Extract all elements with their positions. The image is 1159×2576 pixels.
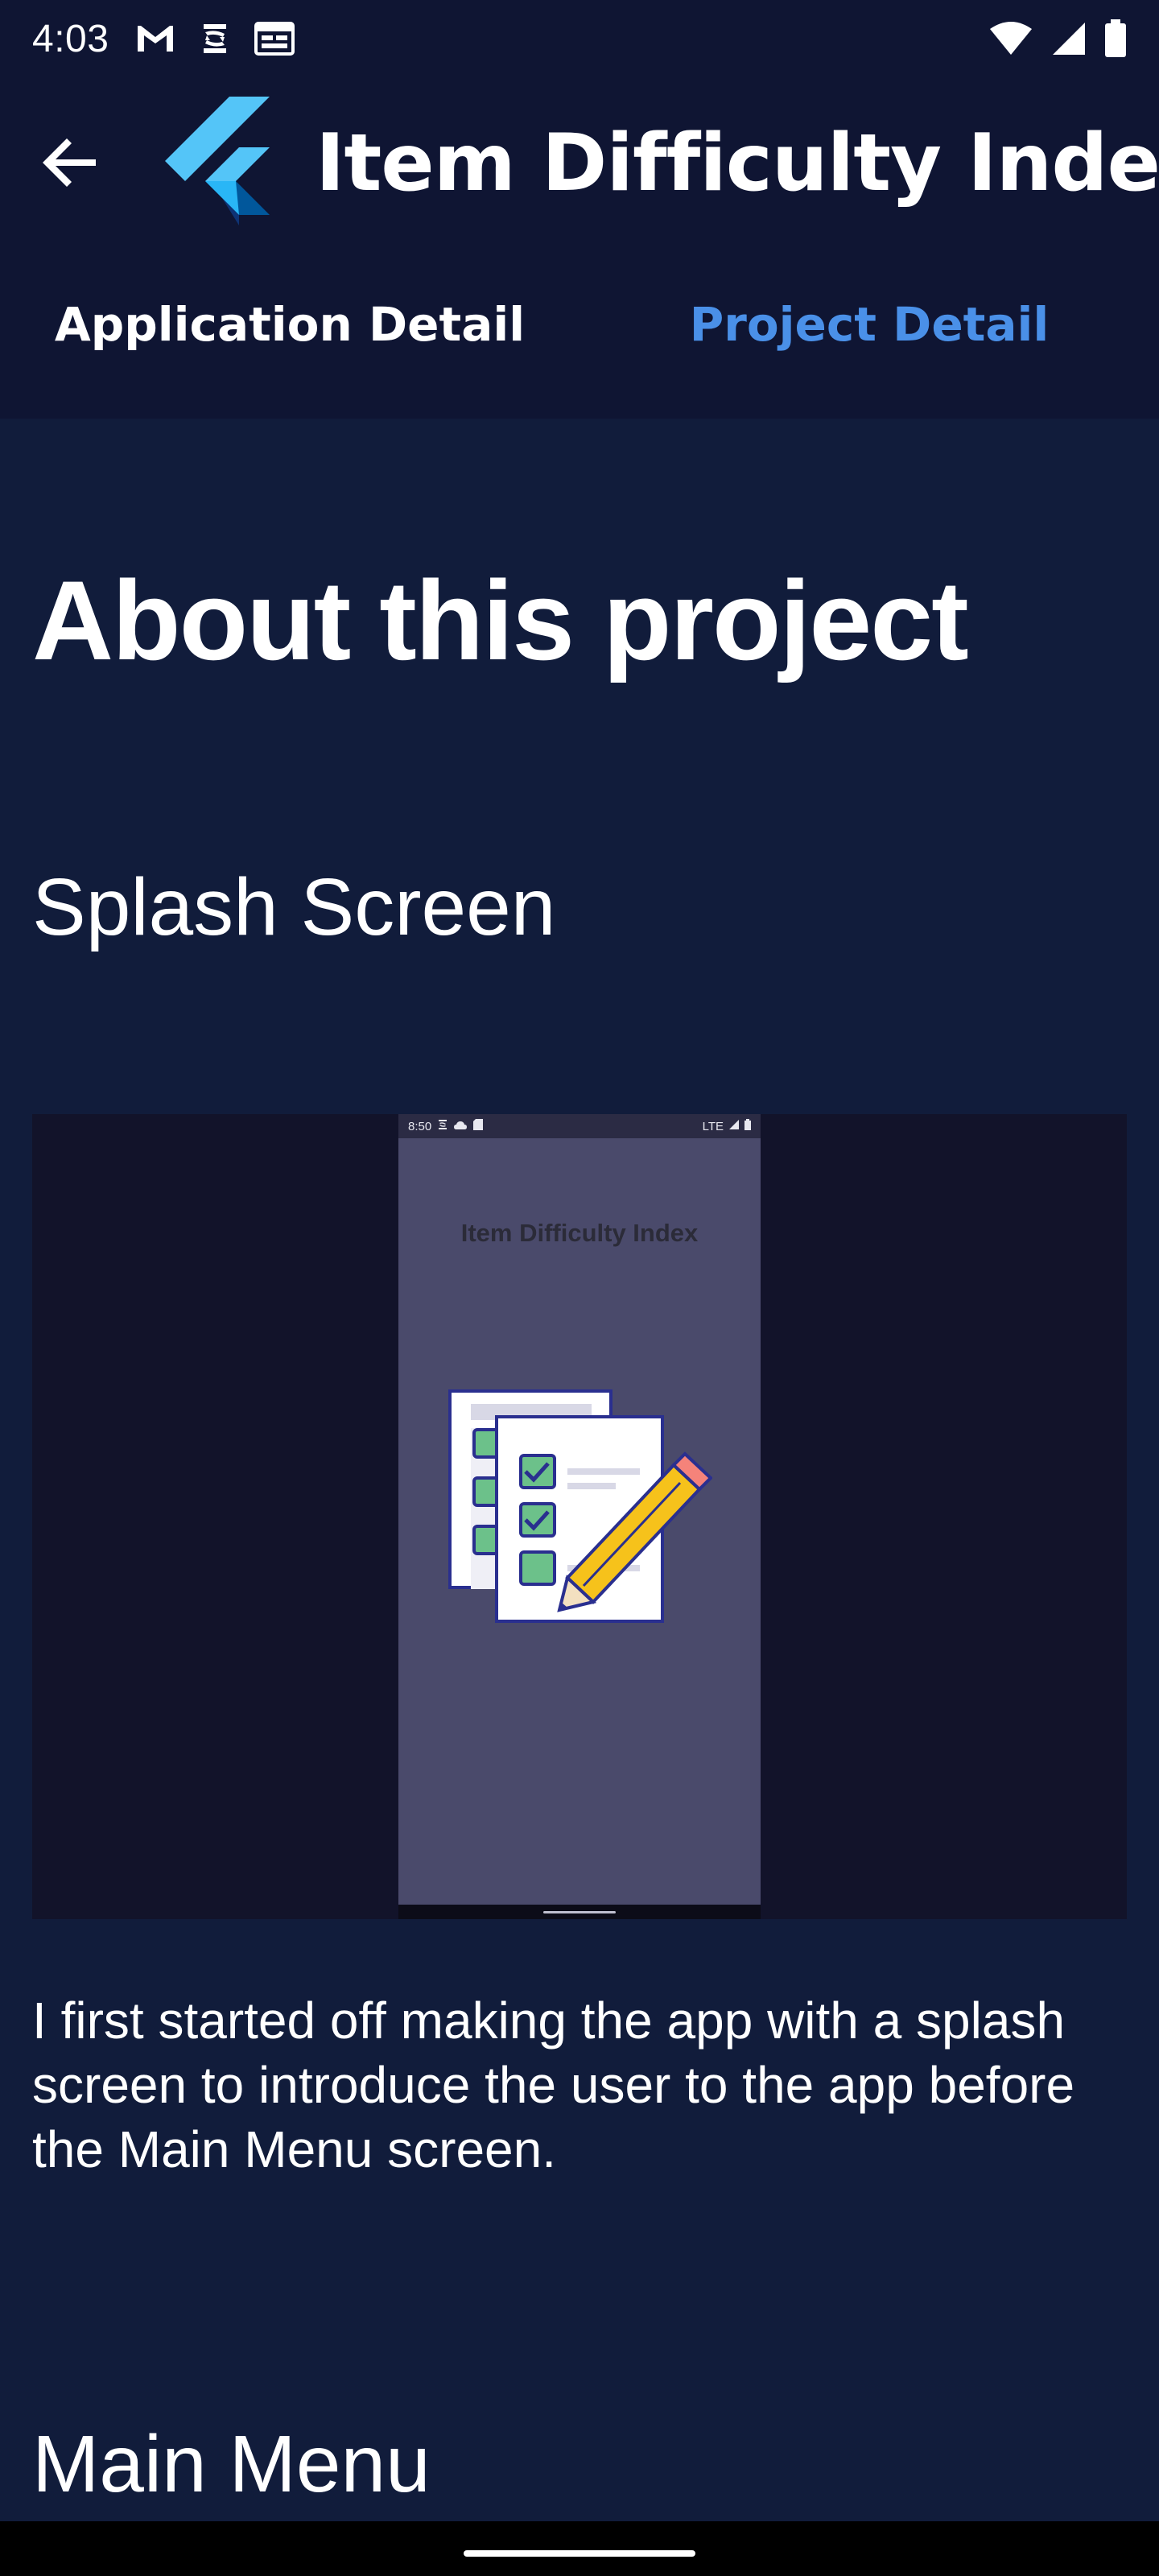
project-detail-content[interactable]: About this project Splash Screen 8:50 LT…: [0, 419, 1159, 2521]
arrow-back-icon: [43, 138, 99, 190]
system-status-icons: [988, 19, 1127, 58]
phone-status-bar: 8:50 LTE: [398, 1114, 761, 1138]
status-bar: 4:03: [0, 0, 1159, 77]
phone-network-label: LTE: [702, 1119, 724, 1133]
calendar-icon: [254, 21, 295, 56]
tab-bar: Application Detail Project Detail: [0, 246, 1159, 419]
tab-application-detail[interactable]: Application Detail: [0, 246, 580, 419]
phone-battery-icon: [744, 1119, 751, 1133]
app-title: Item Difficulty Index: [316, 118, 1159, 209]
phone-app-title: Item Difficulty Index: [460, 1219, 699, 1247]
phone-cloud-icon: [454, 1120, 468, 1133]
phone-status-time: 8:50: [408, 1119, 432, 1133]
flutter-logo-icon: [165, 97, 274, 229]
notification-icons: [134, 21, 295, 56]
phone-signal-icon: [728, 1119, 740, 1133]
splash-screen-description: I first started off making the app with …: [32, 1992, 1075, 2178]
sync-icon: [199, 21, 231, 56]
back-button[interactable]: [32, 126, 109, 203]
page-title: About this project: [32, 557, 969, 683]
cellular-signal-icon: [1051, 21, 1087, 56]
system-navigation-bar: [0, 2521, 1159, 2576]
phone-sync-icon: [438, 1119, 448, 1133]
checklist-with-pencil-icon: [447, 1388, 713, 1633]
phone-home-handle: [543, 1911, 616, 1913]
wifi-icon: [988, 21, 1033, 56]
battery-icon: [1104, 19, 1127, 58]
section-title-splash-screen: Splash Screen: [32, 862, 556, 952]
gmail-icon: [134, 23, 176, 55]
app-bar: Item Difficulty Index: [0, 77, 1159, 246]
status-time: 4:03: [32, 17, 109, 60]
phone-mockup: 8:50 LTE Item Difficulty Index: [398, 1114, 761, 1919]
home-gesture-handle[interactable]: [464, 2550, 695, 2557]
section-title-main-menu: Main Menu: [32, 2419, 431, 2509]
phone-nav-bar: [398, 1905, 761, 1919]
phone-sd-card-icon: [473, 1119, 484, 1133]
tab-project-detail[interactable]: Project Detail: [580, 246, 1159, 419]
splash-screen-screenshot: 8:50 LTE Item Difficulty Index: [32, 1114, 1127, 1919]
